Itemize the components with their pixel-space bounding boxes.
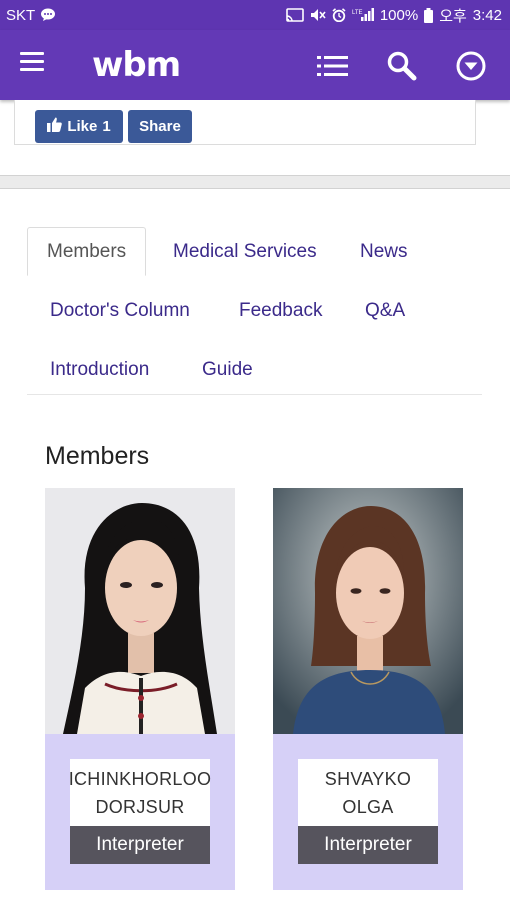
chat-icon	[40, 8, 56, 22]
member-photo	[273, 488, 463, 734]
tab-qa[interactable]: Q&A	[365, 286, 405, 335]
lte-signal-icon: LTE	[352, 8, 374, 22]
list-icon[interactable]	[317, 50, 349, 82]
status-bar: SKT LTE 100% 오후 3:42	[0, 0, 510, 30]
tab-introduction[interactable]: Introduction	[50, 345, 149, 394]
member-name-line2: OLGA	[342, 796, 394, 817]
member-role-badge[interactable]: Interpreter	[70, 826, 210, 864]
ampm-label: 오후	[439, 7, 467, 25]
search-icon[interactable]	[386, 50, 418, 82]
tab-news[interactable]: News	[360, 227, 408, 276]
member-name: ICHINKHORLOO DORJSUR	[68, 759, 212, 826]
menu-icon[interactable]	[20, 52, 48, 78]
member-card[interactable]: ICHINKHORLOO DORJSUR Interpreter	[45, 488, 235, 890]
member-name-line1: ICHINKHORLOO	[68, 768, 212, 789]
section-title: Members	[45, 442, 150, 470]
thumbs-up-icon	[47, 117, 63, 136]
tab-medical-services[interactable]: Medical Services	[173, 227, 317, 276]
member-photo	[45, 488, 235, 734]
app-logo[interactable]: wbm	[92, 45, 181, 85]
like-label: Like	[67, 118, 98, 135]
lte-label: LTE	[352, 10, 363, 16]
mute-icon	[310, 8, 326, 22]
tab-doctors-column[interactable]: Doctor's Column	[50, 286, 190, 335]
battery-percent: 100%	[379, 6, 419, 24]
app-bar: wbm	[0, 30, 510, 100]
tab-guide[interactable]: Guide	[202, 345, 253, 394]
tab-feedback[interactable]: Feedback	[239, 286, 322, 335]
facebook-like-button[interactable]: Like 1	[35, 110, 123, 143]
carrier-label: SKT	[6, 6, 36, 24]
tab-bar: Members Medical Services News Doctor's C…	[27, 227, 482, 395]
facebook-share-button[interactable]: Share	[128, 110, 192, 143]
alarm-icon	[332, 8, 346, 22]
section-divider	[0, 175, 510, 189]
clock: 3:42	[472, 6, 502, 24]
share-card: Like 1 Share	[14, 100, 476, 145]
cast-icon	[286, 8, 304, 22]
member-card[interactable]: SHVAYKO OLGA Interpreter	[273, 488, 463, 890]
member-role-badge[interactable]: Interpreter	[298, 826, 438, 864]
member-name-line1: SHVAYKO	[324, 768, 412, 789]
member-name-line2: DORJSUR	[95, 796, 185, 817]
like-count: 1	[102, 118, 111, 135]
dropdown-circle-icon[interactable]	[455, 50, 487, 82]
battery-icon	[424, 7, 434, 23]
tab-members[interactable]: Members	[27, 227, 147, 276]
member-name: SHVAYKO OLGA	[298, 759, 438, 826]
